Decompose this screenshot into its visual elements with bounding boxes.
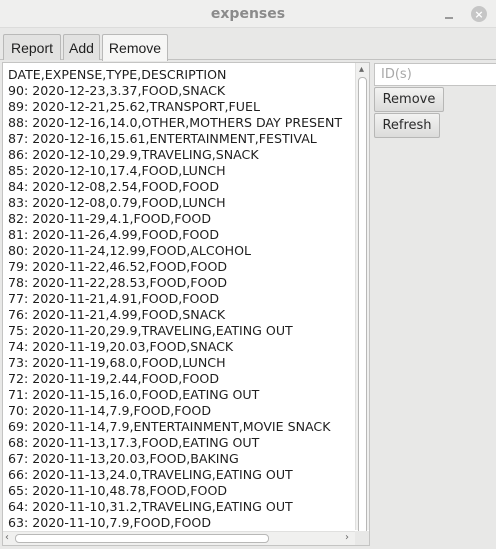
remove-tab-content: DATE,EXPENSE,TYPE,DESCRIPTION 90: 2020-1…	[0, 60, 496, 549]
record-line: 66: 2020-11-13,24.0,TRAVELING,EATING OUT	[8, 467, 293, 482]
record-line: 65: 2020-11-10,48.78,FOOD,FOOD	[8, 483, 228, 498]
title-bar: expenses ×	[0, 0, 496, 28]
record-line: 80: 2020-11-24,12.99,FOOD,ALCOHOL	[8, 243, 252, 258]
vertical-scroll-thumb[interactable]	[358, 77, 367, 537]
tab-add[interactable]: Add	[63, 34, 100, 60]
records-list: DATE,EXPENSE,TYPE,DESCRIPTION 90: 2020-1…	[8, 67, 353, 531]
record-line: 73: 2020-11-19,68.0,FOOD,LUNCH	[8, 355, 226, 370]
record-line: 67: 2020-11-13,20.03,FOOD,BAKING	[8, 451, 239, 466]
record-line: 79: 2020-11-22,46.52,FOOD,FOOD	[8, 259, 228, 274]
vertical-scrollbar[interactable]: ▴	[355, 63, 369, 537]
record-line: 82: 2020-11-29,4.1,FOOD,FOOD	[8, 211, 212, 226]
record-line: 63: 2020-11-10,7.9,FOOD,FOOD	[8, 515, 212, 530]
record-line: 89: 2020-12-21,25.62,TRANSPORT,FUEL	[8, 99, 260, 114]
tab-remove[interactable]: Remove	[102, 34, 168, 61]
minimize-icon[interactable]	[441, 6, 457, 22]
record-line: 64: 2020-11-10,31.2,TRAVELING,EATING OUT	[8, 499, 293, 514]
record-line: 74: 2020-11-19,20.03,FOOD,SNACK	[8, 339, 234, 354]
record-line: 87: 2020-12-16,15.61,ENTERTAINMENT,FESTI…	[8, 131, 317, 146]
record-line: 84: 2020-12-08,2.54,FOOD,FOOD	[8, 179, 220, 194]
tab-report[interactable]: Report	[3, 34, 61, 60]
record-line: 71: 2020-11-15,16.0,FOOD,EATING OUT	[8, 387, 260, 402]
id-input[interactable]	[374, 63, 496, 86]
scroll-corner	[355, 531, 369, 545]
record-line: 76: 2020-11-21,4.99,FOOD,SNACK	[8, 307, 226, 322]
record-line: 70: 2020-11-14,7.9,FOOD,FOOD	[8, 403, 212, 418]
record-line: 72: 2020-11-19,2.44,FOOD,FOOD	[8, 371, 220, 386]
records-header: DATE,EXPENSE,TYPE,DESCRIPTION	[8, 67, 227, 82]
horizontal-scroll-thumb[interactable]	[15, 534, 269, 543]
record-line: 77: 2020-11-21,4.91,FOOD,FOOD	[8, 291, 220, 306]
record-line: 78: 2020-11-22,28.53,FOOD,FOOD	[8, 275, 228, 290]
record-line: 75: 2020-11-20,29.9,TRAVELING,EATING OUT	[8, 323, 293, 338]
window-title: expenses	[210, 6, 286, 22]
tab-bar: Report Add Remove	[0, 28, 496, 61]
remove-controls: Remove Refresh	[372, 60, 496, 549]
scroll-up-icon[interactable]: ▴	[359, 64, 364, 76]
record-line: 85: 2020-12-10,17.4,FOOD,LUNCH	[8, 163, 226, 178]
record-line: 69: 2020-11-14,7.9,ENTERTAINMENT,MOVIE S…	[8, 419, 331, 434]
record-line: 68: 2020-11-13,17.3,FOOD,EATING OUT	[8, 435, 260, 450]
records-text-area[interactable]: DATE,EXPENSE,TYPE,DESCRIPTION 90: 2020-1…	[2, 62, 370, 546]
scroll-right-icon[interactable]: ›	[345, 532, 349, 544]
record-line: 90: 2020-12-23,3.37,FOOD,SNACK	[8, 83, 226, 98]
record-line: 86: 2020-12-10,29.9,TRAVELING,SNACK	[8, 147, 259, 162]
record-line: 83: 2020-12-08,0.79,FOOD,LUNCH	[8, 195, 226, 210]
horizontal-scrollbar[interactable]: ‹ ›	[3, 531, 357, 545]
record-line: 81: 2020-11-26,4.99,FOOD,FOOD	[8, 227, 220, 242]
record-line: 88: 2020-12-16,14.0,OTHER,MOTHERS DAY PR…	[8, 115, 343, 130]
refresh-button[interactable]: Refresh	[374, 113, 440, 138]
close-icon[interactable]: ×	[471, 6, 487, 22]
scroll-left-icon[interactable]: ‹	[5, 532, 9, 544]
remove-button[interactable]: Remove	[374, 87, 444, 112]
